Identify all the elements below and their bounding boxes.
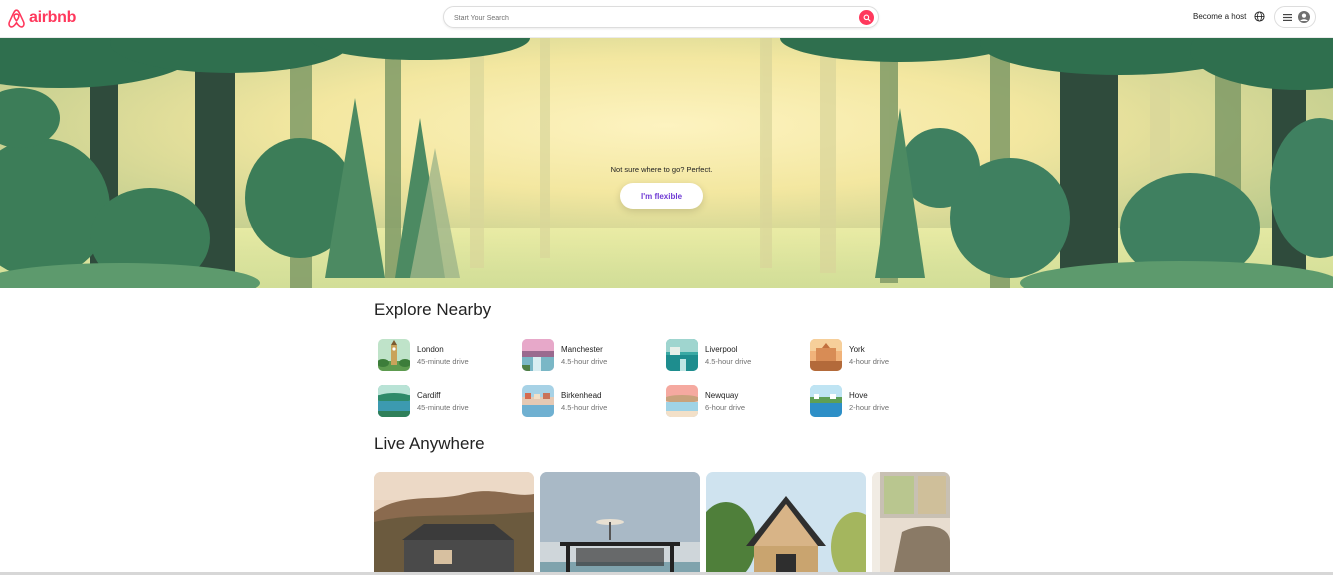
cabin-hills-photo	[374, 472, 534, 575]
explore-nearby-title: Explore Nearby	[374, 300, 492, 319]
live-card-entire-homes[interactable]	[706, 472, 866, 575]
cardiff-thumbnail	[378, 385, 410, 417]
nearby-distance: 45-minute drive	[417, 357, 469, 366]
nearby-item-hove[interactable]: Hove 2-hour drive	[810, 385, 950, 417]
search-icon	[863, 14, 871, 22]
nearby-name: Manchester	[561, 345, 603, 354]
globe-icon[interactable]	[1254, 11, 1265, 22]
nearby-distance: 4.5-hour drive	[561, 403, 608, 412]
nearby-distance: 4-hour drive	[849, 357, 890, 366]
nearby-distance: 4.5-hour drive	[561, 357, 608, 366]
nearby-item-liverpool[interactable]: Liverpool 4.5-hour drive	[666, 339, 806, 371]
nearby-item-york[interactable]: York 4-hour drive	[810, 339, 950, 371]
hamburger-menu-icon	[1283, 13, 1292, 21]
user-menu-button[interactable]	[1274, 6, 1316, 28]
hove-thumbnail	[810, 385, 842, 417]
nearby-name: Cardiff	[417, 391, 441, 400]
london-thumbnail	[378, 339, 410, 371]
brand-name: airbnb	[29, 9, 77, 26]
live-anywhere-carousel	[374, 472, 950, 575]
search-input[interactable]	[454, 9, 844, 27]
search-bar[interactable]	[443, 6, 879, 28]
top-navbar: airbnb Become a host	[0, 0, 1333, 38]
nearby-item-cardiff[interactable]: Cardiff 45-minute drive	[378, 385, 518, 417]
nearby-item-london[interactable]: London 45-minute drive	[378, 339, 518, 371]
hero-prompt: Not sure where to go? Perfect.	[610, 165, 713, 174]
birkenhead-thumbnail	[522, 385, 554, 417]
newquay-thumbnail	[666, 385, 698, 417]
york-thumbnail	[810, 339, 842, 371]
nearby-distance: 45-minute drive	[417, 403, 469, 412]
live-card-pets-allowed[interactable]	[872, 472, 950, 575]
live-card-outdoor-getaways[interactable]	[374, 472, 534, 575]
nearby-name: London	[417, 345, 444, 354]
hero-banner: Not sure where to go? Perfect. I'm flexi…	[0, 38, 1333, 288]
nearby-distance: 6-hour drive	[705, 403, 746, 412]
search-button[interactable]	[859, 10, 874, 25]
nearby-name: Liverpool	[705, 345, 738, 354]
become-a-host-link[interactable]: Become a host	[1193, 12, 1246, 21]
a-frame-house-photo	[706, 472, 866, 575]
live-card-unique-stays[interactable]	[540, 472, 700, 575]
user-avatar-icon	[1298, 11, 1310, 23]
nearby-name: Hove	[849, 391, 868, 400]
nearby-name: Birkenhead	[561, 391, 602, 400]
nearby-name: Newquay	[705, 391, 739, 400]
airbnb-logo-icon	[8, 8, 25, 28]
nearby-item-manchester[interactable]: Manchester 4.5-hour drive	[522, 339, 662, 371]
nearby-name: York	[849, 345, 865, 354]
live-anywhere-title: Live Anywhere	[374, 434, 485, 453]
manchester-thumbnail	[522, 339, 554, 371]
liverpool-thumbnail	[666, 339, 698, 371]
im-flexible-button[interactable]: I'm flexible	[620, 183, 703, 209]
lakehouse-photo	[540, 472, 700, 575]
nearby-item-birkenhead[interactable]: Birkenhead 4.5-hour drive	[522, 385, 662, 417]
nearby-distance: 2-hour drive	[849, 403, 890, 412]
nearby-item-newquay[interactable]: Newquay 6-hour drive	[666, 385, 806, 417]
airbnb-logo[interactable]: airbnb	[7, 7, 76, 29]
forest-illustration	[0, 38, 1333, 288]
interior-photo	[872, 472, 950, 575]
nearby-distance: 4.5-hour drive	[705, 357, 752, 366]
